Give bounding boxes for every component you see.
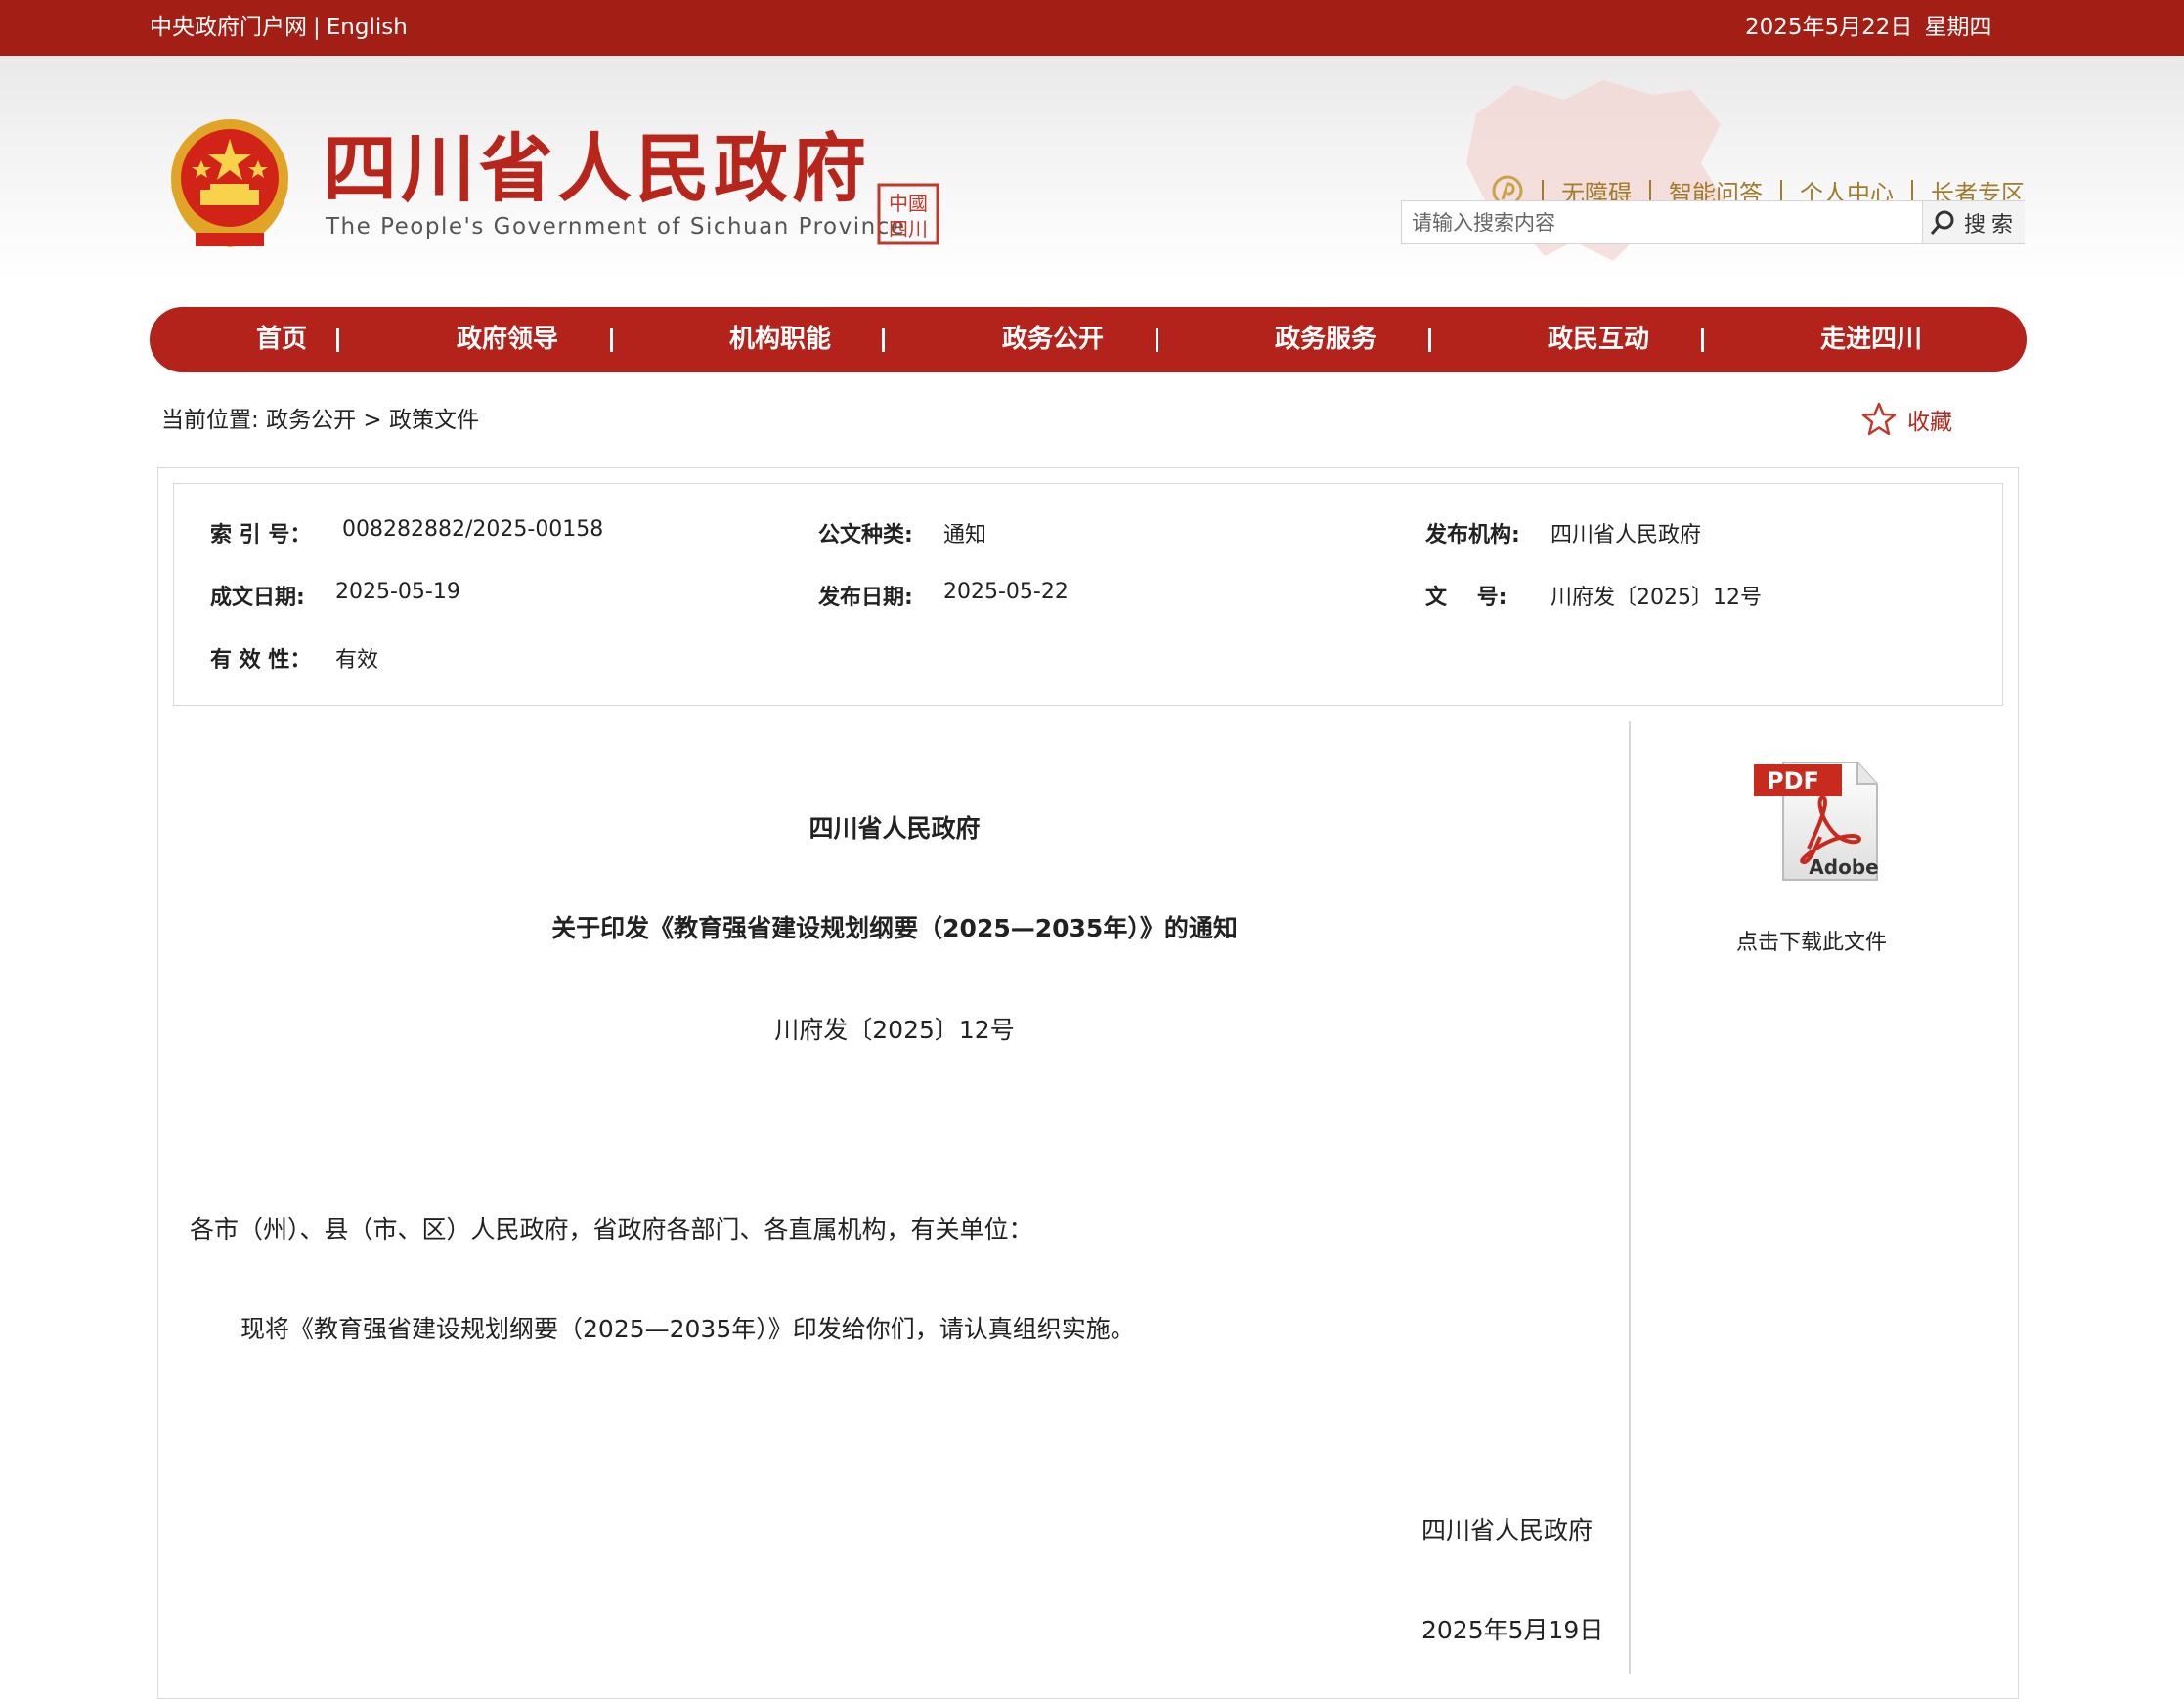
document-signature: 四川省人民政府 <box>1421 1516 1594 1545</box>
english-link[interactable]: English <box>327 15 408 40</box>
nav-separator <box>1156 328 1158 352</box>
nav-about-sichuan[interactable]: 走进四川 <box>1745 307 1997 372</box>
top-links: 中央政府门户网 | English <box>150 0 408 56</box>
utility-divider <box>1542 180 1544 201</box>
search-input[interactable] <box>1402 201 1942 243</box>
favorite-label: 收藏 <box>1907 410 1952 435</box>
meta-written-date-value: 2025-05-19 <box>335 580 460 604</box>
nav-separator <box>1701 328 1704 352</box>
search-icon <box>1930 210 1954 235</box>
national-emblem-icon <box>171 119 288 248</box>
top-link-separator: | <box>313 15 321 40</box>
meta-doc-number-value: 川府发〔2025〕12号 <box>1551 586 1762 610</box>
meta-validity-value: 有效 <box>335 648 379 673</box>
site-subtitle: The People's Government of Sichuan Provi… <box>326 214 906 240</box>
adobe-text: Adobe <box>1809 855 1878 879</box>
favorite-button[interactable]: 收藏 <box>1860 401 1952 438</box>
meta-written-date-label: 成文日期: <box>210 586 305 610</box>
pdf-badge-text: PDF <box>1767 767 1819 795</box>
nav-leaders[interactable]: 政府领导 <box>381 307 633 372</box>
meta-type-label: 公文种类: <box>818 523 913 547</box>
nav-open-government[interactable]: 政务公开 <box>927 307 1179 372</box>
utility-divider <box>1911 180 1913 201</box>
document-body: 现将《教育强省建设规划纲要（2025—2035年）》印发给你们，请认真组织实施。 <box>240 1315 1135 1343</box>
document-issuer: 四川省人民政府 <box>808 814 981 843</box>
utility-divider <box>1649 180 1651 201</box>
pdf-download-icon[interactable]: PDF Adobe <box>1750 755 1883 888</box>
seal-logo: 中國 四川 <box>877 183 939 245</box>
site-title: 四川省人民政府 <box>323 125 870 212</box>
search-button-label: 搜索 <box>1963 212 2019 238</box>
meta-type-value: 通知 <box>943 523 987 547</box>
gov-portal-link[interactable]: 中央政府门户网 <box>150 15 307 40</box>
meta-publisher-value: 四川省人民政府 <box>1551 523 1702 547</box>
utility-divider <box>1780 180 1782 201</box>
document-number: 川府发〔2025〕12号 <box>774 1016 1015 1044</box>
date-text: 2025年5月22日 <box>1745 15 1913 40</box>
nav-interaction[interactable]: 政民互动 <box>1472 307 1725 372</box>
current-date: 2025年5月22日 星期四 <box>1745 0 1991 56</box>
nav-functions[interactable]: 机构职能 <box>654 307 906 372</box>
search-box: 搜索 <box>1401 200 2025 244</box>
meta-doc-number-label: 文 号: <box>1425 586 1507 610</box>
meta-publish-date-label: 发布日期: <box>818 586 913 610</box>
content-divider <box>1629 721 1631 1674</box>
breadcrumb-policy-documents[interactable]: 政策文件 <box>389 408 479 433</box>
breadcrumb: 当前位置: 政务公开 > 政策文件 <box>161 401 479 434</box>
weekday-text: 星期四 <box>1924 15 1992 40</box>
meta-validity-label: 有 效 性： <box>210 648 312 673</box>
meta-index-label: 索 引 号： <box>210 523 312 547</box>
document-salutation: 各市（州）、县（市、区）人民政府，省政府各部门、各直属机构，有关单位： <box>190 1215 1033 1243</box>
site-header: 四川省人民政府 The People's Government of Sichu… <box>0 56 2184 281</box>
nav-separator <box>882 328 885 352</box>
search-button[interactable]: 搜索 <box>1922 201 2025 243</box>
document-metadata: 索 引 号： 008282882/2025-00158 公文种类: 通知 发布机… <box>173 483 2003 706</box>
main-nav: 首页 政府领导 机构职能 政务公开 政务服务 政民互动 走进四川 <box>150 307 2027 372</box>
nav-separator <box>610 328 613 352</box>
download-caption[interactable]: 点击下载此文件 <box>1736 925 1887 956</box>
top-bar: 中央政府门户网 | English 2025年5月22日 星期四 <box>0 0 2184 56</box>
meta-index-value: 008282882/2025-00158 <box>342 517 604 542</box>
breadcrumb-prefix: 当前位置: <box>161 408 259 433</box>
nav-services[interactable]: 政务服务 <box>1200 307 1452 372</box>
document-date: 2025年5月19日 <box>1421 1616 1604 1644</box>
nav-separator <box>336 328 339 352</box>
nav-home[interactable]: 首页 <box>189 307 374 372</box>
svg-text:四川: 四川 <box>889 217 928 240</box>
meta-publisher-label: 发布机构: <box>1425 523 1520 547</box>
svg-text:中國: 中國 <box>889 192 928 215</box>
breadcrumb-arrow: > <box>363 408 382 433</box>
document-title: 关于印发《教育强省建设规划纲要（2025—2035年）》的通知 <box>551 914 1238 942</box>
star-icon <box>1861 402 1897 436</box>
meta-publish-date-value: 2025-05-22 <box>943 580 1069 604</box>
breadcrumb-open-government[interactable]: 政务公开 <box>266 408 356 433</box>
nav-separator <box>1428 328 1431 352</box>
